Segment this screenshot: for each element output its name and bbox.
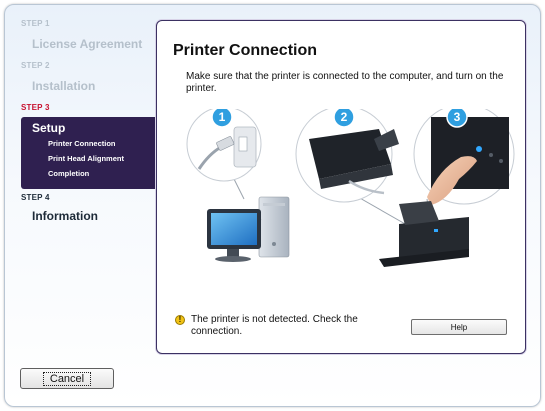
substep-completion: Completion <box>48 169 90 178</box>
step4-label: STEP 4 <box>21 193 50 202</box>
step-sidebar: STEP 1 License Agreement STEP 2 Installa… <box>5 5 161 406</box>
content-panel: Printer Connection Make sure that the pr… <box>156 20 526 354</box>
cancel-button[interactable]: Cancel <box>20 368 114 389</box>
cancel-button-label: Cancel <box>42 371 92 386</box>
step2-label: STEP 2 <box>21 61 50 70</box>
page-title: Printer Connection <box>173 42 318 59</box>
connection-illustration: 1 2 3 <box>186 109 515 267</box>
installer-window: STEP 1 License Agreement STEP 2 Installa… <box>4 4 541 407</box>
step-badge-1: 1 <box>211 109 233 128</box>
substep-printer-connection: Printer Connection <box>48 139 116 148</box>
status-message: ! The printer is not detected. Check the… <box>175 314 385 338</box>
badge-1-label: 1 <box>219 110 226 124</box>
step-badge-3: 3 <box>446 109 468 128</box>
step3-label: STEP 3 <box>21 103 50 112</box>
step-badge-2: 2 <box>333 109 355 128</box>
status-text: The printer is not detected. Check the c… <box>191 314 358 337</box>
help-button[interactable]: Help <box>411 319 507 335</box>
exclamation-icon: ! <box>175 315 185 325</box>
step1-license-agreement: License Agreement <box>32 37 143 51</box>
badge-3-label: 3 <box>454 110 461 124</box>
monitor-icon <box>207 209 261 262</box>
step4-information: Information <box>32 209 98 223</box>
step3-setup: Setup <box>32 121 66 135</box>
instruction-text: Make sure that the printer is connected … <box>186 71 504 94</box>
substep-print-head-alignment: Print Head Alignment <box>48 154 124 163</box>
badge-2-label: 2 <box>341 110 348 124</box>
step2-installation: Installation <box>32 79 96 93</box>
printer-icon <box>379 201 469 267</box>
step1-label: STEP 1 <box>21 19 50 28</box>
step3-current-block: Setup Printer Connection Print Head Alig… <box>21 117 161 189</box>
